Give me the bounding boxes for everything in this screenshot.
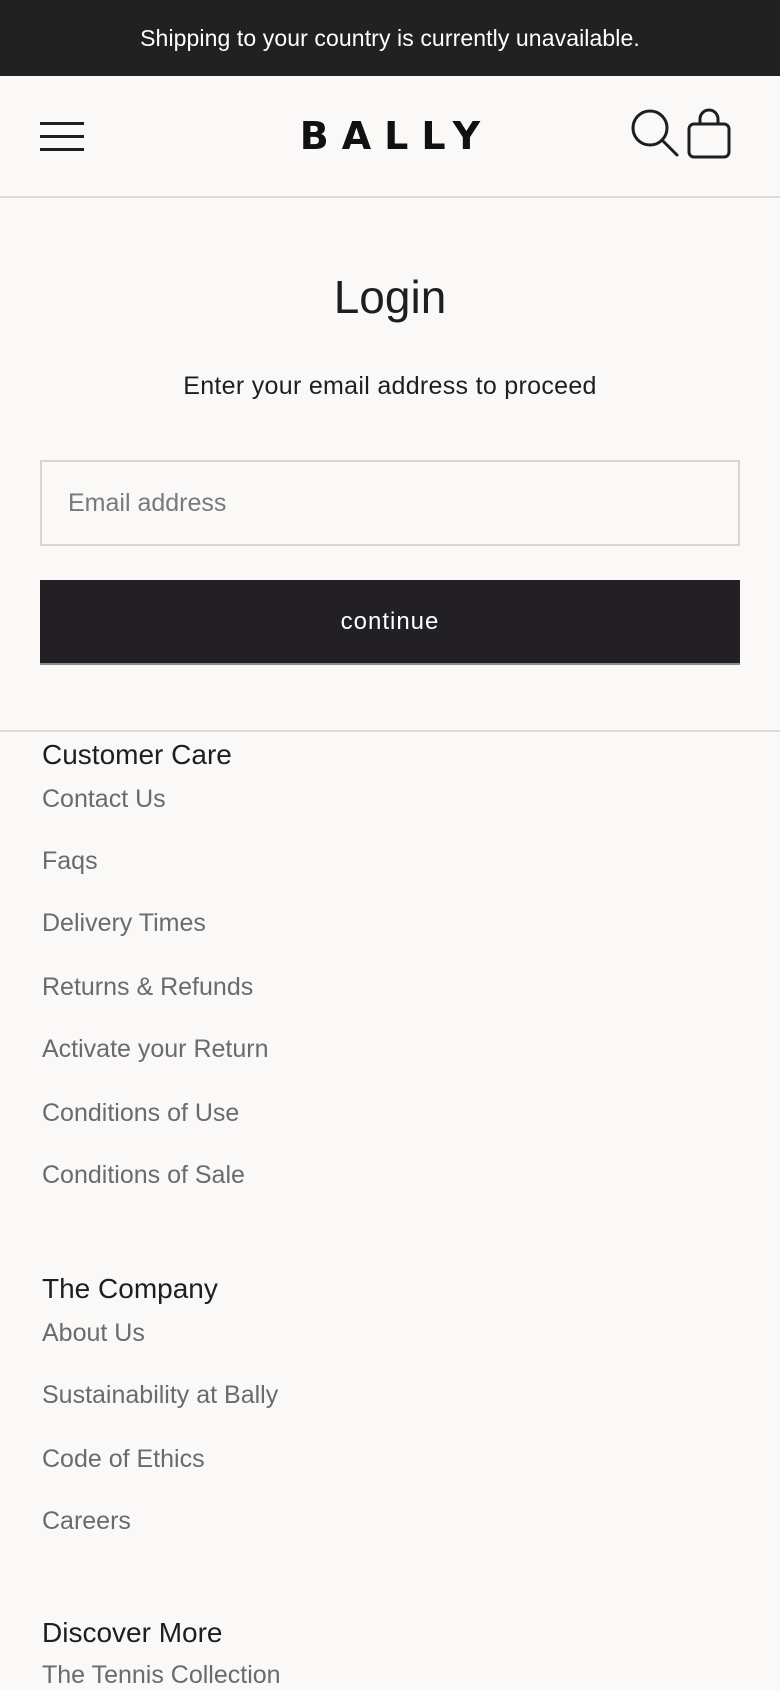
footer-link-contact-us[interactable]: Contact Us xyxy=(42,784,166,814)
search-button[interactable] xyxy=(630,108,680,158)
shopping-bag-button[interactable] xyxy=(686,108,732,160)
footer-link-tennis-collection[interactable]: The Tennis Collection xyxy=(42,1660,281,1690)
shopping-bag-icon xyxy=(687,108,731,159)
footer-company: The Company About Us Sustainability at B… xyxy=(42,1272,278,1535)
footer-heading-discover-more: Discover More xyxy=(42,1617,223,1648)
footer-link-activate-return[interactable]: Activate your Return xyxy=(42,1034,269,1064)
footer-link-returns-refunds[interactable]: Returns & Refunds xyxy=(42,972,253,1002)
footer-link-about-us[interactable]: About Us xyxy=(42,1318,145,1348)
site-header: BALLY xyxy=(0,76,780,198)
footer-link-conditions-of-use[interactable]: Conditions of Use xyxy=(42,1098,239,1128)
footer-heading-company: The Company xyxy=(42,1273,218,1304)
email-field[interactable] xyxy=(40,460,740,546)
footer-heading-customer-care: Customer Care xyxy=(42,739,232,770)
footer-link-delivery-times[interactable]: Delivery Times xyxy=(42,908,206,938)
search-icon xyxy=(631,109,679,157)
shipping-banner-text: Shipping to your country is currently un… xyxy=(140,24,640,51)
shipping-banner: Shipping to your country is currently un… xyxy=(0,0,780,76)
footer-discover-more: Discover More The Tennis Collection xyxy=(42,1616,281,1689)
footer-link-code-of-ethics[interactable]: Code of Ethics xyxy=(42,1444,205,1474)
footer-link-sustainability[interactable]: Sustainability at Bally xyxy=(42,1380,278,1410)
login-subtitle: Enter your email address to proceed xyxy=(183,372,597,400)
page-title: Login xyxy=(333,271,447,323)
footer-customer-care: Customer Care Contact Us Faqs Delivery T… xyxy=(42,738,269,1189)
footer-link-careers[interactable]: Careers xyxy=(42,1506,131,1536)
footer-link-faqs[interactable]: Faqs xyxy=(42,846,98,876)
section-divider xyxy=(0,730,780,732)
continue-button[interactable]: continue xyxy=(40,580,740,665)
footer-link-conditions-of-sale[interactable]: Conditions of Sale xyxy=(42,1160,245,1190)
